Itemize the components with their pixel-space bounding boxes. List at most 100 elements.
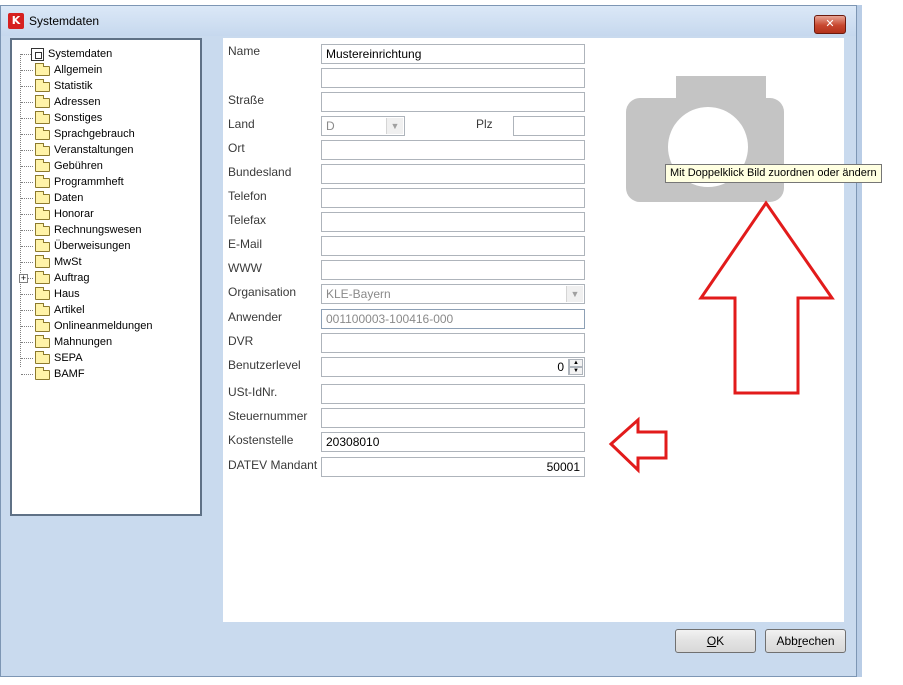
expand-plus-icon[interactable]: + xyxy=(19,274,28,283)
organisation-select[interactable]: KLE-Bayern ▼ xyxy=(321,284,585,304)
tree-item-label: Veranstaltungen xyxy=(54,144,134,156)
benutzerlevel-value: 0 xyxy=(557,360,564,374)
label-name: Name xyxy=(228,44,261,58)
folder-icon xyxy=(35,143,50,156)
steuernummer-field[interactable] xyxy=(321,408,585,428)
land-value: D xyxy=(326,119,335,133)
www-field[interactable] xyxy=(321,260,585,280)
tree-item-überweisungen[interactable]: Überweisungen xyxy=(15,238,130,254)
organisation-value: KLE-Bayern xyxy=(326,287,391,301)
tree-item-label: Daten xyxy=(54,192,84,204)
tree-item-bamf[interactable]: BAMF xyxy=(15,366,85,382)
tree-item-allgemein[interactable]: Allgemein xyxy=(15,62,102,78)
dvr-field[interactable] xyxy=(321,333,585,353)
cancel-button[interactable]: Abbrechen xyxy=(765,629,846,653)
folder-icon xyxy=(35,367,50,380)
label-telefon: Telefon xyxy=(228,189,267,203)
tree-item-label: Rechnungswesen xyxy=(54,224,142,236)
tree-item-label: Onlineanmeldungen xyxy=(54,320,153,332)
land-select[interactable]: D ▼ xyxy=(321,116,405,136)
tree-item-label: Allgemein xyxy=(54,64,103,76)
tree-item-programmheft[interactable]: Programmheft xyxy=(15,174,124,190)
tree-item-label: SEPA xyxy=(54,352,83,364)
tree-item-sprachgebrauch[interactable]: Sprachgebrauch xyxy=(15,126,135,142)
label-ort: Ort xyxy=(228,141,245,155)
tree-item-label: Mahnungen xyxy=(54,336,113,348)
anwender-field[interactable]: 001100003-100416-000 xyxy=(321,309,585,329)
folder-icon xyxy=(35,303,50,316)
strasse-field[interactable] xyxy=(321,92,585,112)
tree-item-sonstiges[interactable]: Sonstiges xyxy=(15,110,102,126)
telefon-field[interactable] xyxy=(321,188,585,208)
tree-item-daten[interactable]: Daten xyxy=(15,190,83,206)
spin-down-icon[interactable]: ▼ xyxy=(569,367,583,375)
tree-item-mwst[interactable]: MwSt xyxy=(15,254,82,270)
tree-item-label: MwSt xyxy=(54,256,82,268)
folder-icon xyxy=(35,207,50,220)
kostenstelle-field[interactable]: 20308010 xyxy=(321,432,585,452)
tree-item-haus[interactable]: Haus xyxy=(15,286,80,302)
plz-field[interactable] xyxy=(513,116,585,136)
systemdaten-root-icon xyxy=(31,47,44,61)
label-land: Land xyxy=(228,117,255,131)
image-tooltip: Mit Doppelklick Bild zuordnen oder änder… xyxy=(665,164,882,183)
folder-icon xyxy=(35,319,50,332)
tree-item-label: Überweisungen xyxy=(54,240,131,252)
folder-icon xyxy=(35,351,50,364)
tree-item-honorar[interactable]: Honorar xyxy=(15,206,94,222)
tree-item-artikel[interactable]: Artikel xyxy=(15,302,85,318)
cancel-label-post: echen xyxy=(801,634,835,648)
spin-up-icon[interactable]: ▲ xyxy=(569,359,583,367)
tree-item-sepa[interactable]: SEPA xyxy=(15,350,83,366)
label-anwender: Anwender xyxy=(228,310,283,324)
tree-item-veranstaltungen[interactable]: Veranstaltungen xyxy=(15,142,134,158)
name2-field[interactable] xyxy=(321,68,585,88)
tree-item-rechnungswesen[interactable]: Rechnungswesen xyxy=(15,222,141,238)
ust-field[interactable] xyxy=(321,384,585,404)
tree-item-label: Statistik xyxy=(54,80,93,92)
datev-mandant-field[interactable]: 50001 xyxy=(321,457,585,477)
tree-item-label: Haus xyxy=(54,288,80,300)
tree-item-adressen[interactable]: Adressen xyxy=(15,94,100,110)
folder-icon xyxy=(35,191,50,204)
folder-icon xyxy=(35,79,50,92)
chevron-down-icon[interactable]: ▼ xyxy=(386,118,403,134)
name-field[interactable]: Mustereinrichtung xyxy=(321,44,585,64)
tree-item-mahnungen[interactable]: Mahnungen xyxy=(15,334,112,350)
tree-item-gebühren[interactable]: Gebühren xyxy=(15,158,103,174)
tree-item-label: Artikel xyxy=(54,304,85,316)
tree-item-auftrag[interactable]: + Auftrag xyxy=(15,270,89,286)
label-organisation: Organisation xyxy=(228,285,297,299)
folder-icon xyxy=(35,95,50,108)
label-kostenstelle: Kostenstelle xyxy=(228,433,294,447)
ok-button[interactable]: OK xyxy=(675,629,756,653)
label-www: WWW xyxy=(228,261,262,275)
label-email: E-Mail xyxy=(228,237,263,251)
folder-icon xyxy=(35,287,50,300)
window-title: Systemdaten xyxy=(29,14,100,28)
ok-label-rest: K xyxy=(716,634,725,648)
close-button[interactable]: ✕ xyxy=(814,15,846,34)
tree-item-systemdaten[interactable]: Systemdaten xyxy=(15,46,112,62)
tree-item-label: Programmheft xyxy=(54,176,124,188)
chevron-down-icon[interactable]: ▼ xyxy=(566,286,583,302)
folder-icon xyxy=(35,255,50,268)
ort-field[interactable] xyxy=(321,140,585,160)
background-strip xyxy=(857,0,903,685)
form-panel: Name Mustereinrichtung Straße Land D ▼ P… xyxy=(223,38,844,622)
tree-item-statistik[interactable]: Statistik xyxy=(15,78,93,94)
telefax-field[interactable] xyxy=(321,212,585,232)
email-field[interactable] xyxy=(321,236,585,256)
folder-icon xyxy=(35,271,50,284)
bundesland-field[interactable] xyxy=(321,164,585,184)
tree-item-onlineanmeldungen[interactable]: Onlineanmeldungen xyxy=(15,318,152,334)
folder-icon xyxy=(35,335,50,348)
label-datev: DATEV Mandant xyxy=(228,458,318,472)
folder-icon xyxy=(35,223,50,236)
folder-icon xyxy=(35,159,50,172)
label-dvr: DVR xyxy=(228,334,254,348)
tree-item-label: Adressen xyxy=(54,96,101,108)
label-ust: USt-IdNr. xyxy=(228,385,278,399)
benutzerlevel-stepper[interactable]: 0 ▲ ▼ xyxy=(321,357,585,377)
label-benutzerlevel: Benutzerlevel xyxy=(228,358,301,372)
